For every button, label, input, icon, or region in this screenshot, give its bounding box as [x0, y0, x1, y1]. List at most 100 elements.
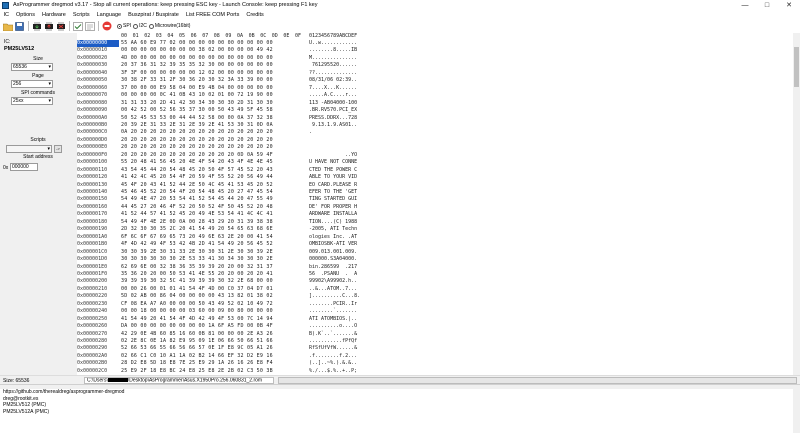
hex-row[interactable]: 0x00000220 5D 02 AB 00 86 04 00 00 00 00 …	[77, 293, 800, 300]
hex-row-bytes[interactable]: 42 29 0E 4B 60 85 16 60 0B 81 00 00 00 2…	[121, 331, 273, 337]
menu-ic[interactable]: IC	[0, 12, 13, 18]
hex-row-bytes[interactable]: 55 20 48 41 56 45 20 4E 4F 54 20 43 4F 4…	[121, 159, 273, 165]
hex-row[interactable]: 0x00000080 31 31 33 20 2D 41 42 30 34 30 …	[77, 100, 800, 107]
hex-row-ascii[interactable]: ........8.....IB	[309, 47, 357, 53]
hex-row[interactable]: 0x00000050 30 38 2F 33 31 2F 30 36 20 30 …	[77, 77, 800, 84]
hex-row[interactable]: 0x000000B0 20 39 2E 31 33 2E 31 2E 39 2E …	[77, 122, 800, 129]
hex-row-bytes[interactable]: 35 36 20 20 00 50 53 41 4E 55 20 20 00 2…	[121, 271, 273, 277]
hex-row-ascii[interactable]: 08/31/06 02:39..	[309, 77, 357, 83]
hex-row[interactable]: 0x00000280 02 2E 8C 0E 1A 82 E9 95 09 1E …	[77, 338, 800, 345]
hex-row[interactable]: 0x00000040 3F 3F 00 00 00 00 00 00 12 02 …	[77, 70, 800, 77]
menu-com-ports[interactable]: List FREE COM Ports	[182, 12, 242, 18]
hex-row-ascii[interactable]: OMBIOSBK-ATI VER	[309, 241, 357, 247]
hex-row-bytes[interactable]: 50 52 45 53 53 00 44 44 52 58 00 00 0A 3…	[121, 115, 273, 121]
hex-row-bytes[interactable]: 00 42 52 00 52 56 35 37 30 00 50 43 49 5…	[121, 107, 273, 113]
hex-row-bytes[interactable]: 41 52 44 57 41 52 45 20 49 4E 53 54 41 4…	[121, 211, 273, 217]
hex-row-ascii[interactable]: B).K`..`.......&	[309, 331, 357, 337]
hex-row-ascii[interactable]: 99902\A99902.h..	[309, 278, 357, 284]
hex-row-bytes[interactable]: 44 45 27 20 46 4F 52 20 50 52 4F 50 45 5…	[121, 204, 273, 210]
spi-radio[interactable]	[117, 23, 122, 29]
hex-row-ascii[interactable]: 56 .PSANU . A	[309, 271, 357, 277]
hex-row-ascii[interactable]: .BR.RV570.PCI_EX	[309, 107, 357, 113]
hex-row-bytes[interactable]: 00 00 26 00 01 01 41 54 4F 4D 00 C0 37 0…	[121, 286, 273, 292]
hex-row-ascii[interactable]: TING STARTED GUI	[309, 196, 357, 202]
hex-row-ascii[interactable]: ologies Inc. .AT	[309, 234, 357, 240]
hex-row[interactable]: 0x000001E0 62 69 6E 00 32 38 36 35 39 39 …	[77, 264, 800, 271]
hex-row-ascii[interactable]: -2005, ATI Techn	[309, 226, 357, 232]
hex-row-bytes[interactable]: 30 30 39 2E 30 31 33 2E 30 30 31 2E 30 3…	[121, 249, 273, 255]
hex-row-bytes[interactable]: 30 38 2F 33 31 2F 30 36 20 30 32 3A 33 3…	[121, 77, 273, 83]
hex-row[interactable]: 0x00000150 54 49 4E 47 20 53 54 41 52 54 …	[77, 196, 800, 203]
hex-row-bytes[interactable]: 52 66 53 66 55 66 56 66 57 0E 1F E8 9C 0…	[121, 345, 273, 351]
hex-editor[interactable]: 0123456789ABCDEF 00 01 02 03 04 05 06 07 08 09 0A 0…	[77, 33, 800, 375]
hex-row-bytes[interactable]: 02 66 C1 C0 10 A1 1A 02 B2 14 66 EF 32 D…	[121, 353, 273, 359]
hex-row-ascii[interactable]: EO CARD.PLEASE R	[309, 182, 357, 188]
menu-hardware[interactable]: Hardware	[38, 12, 69, 18]
hex-row[interactable]: 0x00000260 DA 00 00 00 00 00 00 00 00 1A …	[77, 323, 800, 330]
hex-row[interactable]: 0x000000F0 20 20 20 20 20 20 20 20 20 20 …	[77, 152, 800, 159]
hex-row-bytes[interactable]: DA 00 00 00 00 00 00 00 00 1A 6F A5 FD 0…	[121, 323, 273, 329]
hex-row[interactable]: 0x00000160 44 45 27 20 46 4F 52 20 50 52 …	[77, 204, 800, 211]
stop-icon[interactable]	[101, 21, 112, 32]
hex-row-ascii[interactable]: 000000.S3A04000.	[309, 256, 357, 262]
i2c-radio[interactable]	[133, 23, 139, 29]
hex-row-ascii[interactable]: ..&...ATOM..7...	[309, 286, 357, 292]
hex-scrollbar[interactable]	[793, 33, 800, 375]
hex-row[interactable]: 0x00000230 CF 08 EA A7 A0 00 00 00 50 43 …	[77, 301, 800, 308]
hex-row-ascii[interactable]: 009.013.001.009.	[309, 249, 357, 255]
hex-row-ascii[interactable]: ABLE TO YOUR VID	[309, 174, 357, 180]
hex-row-bytes[interactable]: 6F 6C 6F 67 69 65 73 20 49 6E 63 2E 20 0…	[121, 234, 273, 240]
microwire-radio[interactable]	[148, 23, 154, 29]
hex-row-bytes[interactable]: 4D 00 00 00 00 00 00 00 00 00 00 00 00 0…	[121, 55, 273, 61]
hex-row[interactable]: 0x000000E0 20 20 20 20 20 20 20 20 20 20 …	[77, 144, 800, 151]
hex-row-ascii[interactable]: 761295520......	[309, 62, 357, 68]
hex-row-ascii[interactable]: ..........o....O	[309, 323, 357, 329]
read-icon[interactable]	[31, 21, 42, 32]
hex-row-bytes[interactable]: 45 46 45 52 20 54 4F 20 54 48 45 20 27 4…	[121, 189, 273, 195]
hex-row-ascii[interactable]: RfSfUfVfW......&	[309, 345, 357, 351]
hex-row-bytes[interactable]: 54 49 4F 4E 2E 0D 0A 00 28 43 29 20 31 3…	[121, 219, 273, 225]
hex-row[interactable]: 0x000002A0 02 66 C1 C0 10 A1 1A 02 B2 14 …	[77, 353, 800, 360]
hex-row[interactable]: 0x00000130 45 4F 20 43 41 52 44 2E 50 4C …	[77, 182, 800, 189]
hex-row-ascii[interactable]: EFER TO THE 'GET	[309, 189, 357, 195]
edit-icon[interactable]	[84, 21, 95, 32]
hex-row-bytes[interactable]: 2D 32 30 30 35 2C 20 41 54 49 20 54 65 6…	[121, 226, 273, 232]
hex-row-bytes[interactable]: 39 39 39 30 32 5C 41 39 39 39 30 32 2E 6…	[121, 278, 273, 284]
hex-row-ascii[interactable]: CTED THE POWER C	[309, 167, 357, 173]
size-select[interactable]: 65536 ▾	[11, 63, 53, 71]
hex-row-ascii[interactable]: ........PCIR..Ir	[309, 301, 357, 307]
menu-scripts[interactable]: Scripts	[69, 12, 93, 18]
hex-row[interactable]: 0x00000120 41 42 4C 45 20 54 4F 20 59 4F …	[77, 174, 800, 181]
hex-row[interactable]: 0x000001A0 6F 6C 6F 67 69 65 73 20 49 6E …	[77, 234, 800, 241]
hex-row-ascii[interactable]: 9.13.1.9.AS01..	[309, 122, 357, 128]
hex-row[interactable]: 0x00000210 00 00 26 00 01 01 41 54 4F 4D …	[77, 286, 800, 293]
hex-row[interactable]: 0x00000190 2D 32 30 30 35 2C 20 41 54 49 …	[77, 226, 800, 233]
hex-row[interactable]: 0x000002C0 25 E9 2F 18 E8 BC 24 E8 25 E8 …	[77, 368, 800, 375]
close-icon[interactable]: ✕	[778, 0, 800, 10]
hex-row-bytes[interactable]: 20 20 20 20 20 20 20 20 20 20 20 20 0D 0…	[121, 152, 273, 158]
hex-row-ascii[interactable]	[309, 144, 357, 150]
hex-row-ascii[interactable]: U HAVE NOT CONNE	[309, 159, 357, 165]
hex-row[interactable]: 0x00000140 45 46 45 52 20 54 4F 20 54 48 …	[77, 189, 800, 196]
hex-row-bytes[interactable]: 62 69 6E 00 32 38 36 35 39 39 20 20 00 3…	[121, 264, 273, 270]
hex-row[interactable]: 0x00000170 41 52 44 57 41 52 45 20 49 4E …	[77, 211, 800, 218]
hex-row[interactable]: 0x000002B0 28 D2 E8 5D 18 E8 7E 25 E9 29 …	[77, 360, 800, 367]
menu-language[interactable]: Language	[93, 12, 124, 18]
hex-row[interactable]: 0x00000110 43 54 45 44 20 54 48 45 20 50 …	[77, 167, 800, 174]
hex-row-ascii[interactable]: ........`.......	[309, 308, 357, 314]
hex-row-bytes[interactable]: 28 D2 E8 5D 18 E8 7E 25 E9 29 1A 26 16 2…	[121, 360, 273, 366]
hex-row-bytes[interactable]: 00 00 18 00 00 00 00 03 60 00 09 00 80 0…	[121, 308, 273, 314]
hex-row-ascii[interactable]: ..YO	[309, 152, 357, 158]
hex-row-bytes[interactable]: 02 2E 8C 0E 1A 82 E9 95 09 1E 06 66 50 6…	[121, 338, 273, 344]
save-icon[interactable]	[14, 21, 25, 32]
hex-row[interactable]: 0x000001B0 4F 4D 42 49 4F 53 42 4B 2D 41 …	[77, 241, 800, 248]
hex-row-bytes[interactable]: 55 AA 60 E9 77 02 00 00 00 00 00 00 00 0…	[121, 40, 273, 46]
hex-row[interactable]: 0x00000000 55 AA 60 E9 77 02 00 00 00 00 …	[77, 40, 800, 47]
hex-row-ascii[interactable]: M...............	[309, 55, 357, 61]
hex-row-ascii[interactable]: PRESS.DDRX...728	[309, 115, 357, 121]
page-select[interactable]: 256 ▾	[11, 80, 53, 88]
hex-row[interactable]: 0x00000020 4D 00 00 00 00 00 00 00 00 00 …	[77, 55, 800, 62]
hex-row-bytes[interactable]: 25 E9 2F 18 E8 BC 24 E8 25 E8 2E 2B 02 C…	[121, 368, 273, 374]
hex-row-bytes[interactable]: 4F 4D 42 49 4F 53 42 4B 2D 41 54 49 20 5…	[121, 241, 273, 247]
hex-row[interactable]: 0x00000060 37 00 00 00 E9 58 04 00 E9 4B …	[77, 85, 800, 92]
